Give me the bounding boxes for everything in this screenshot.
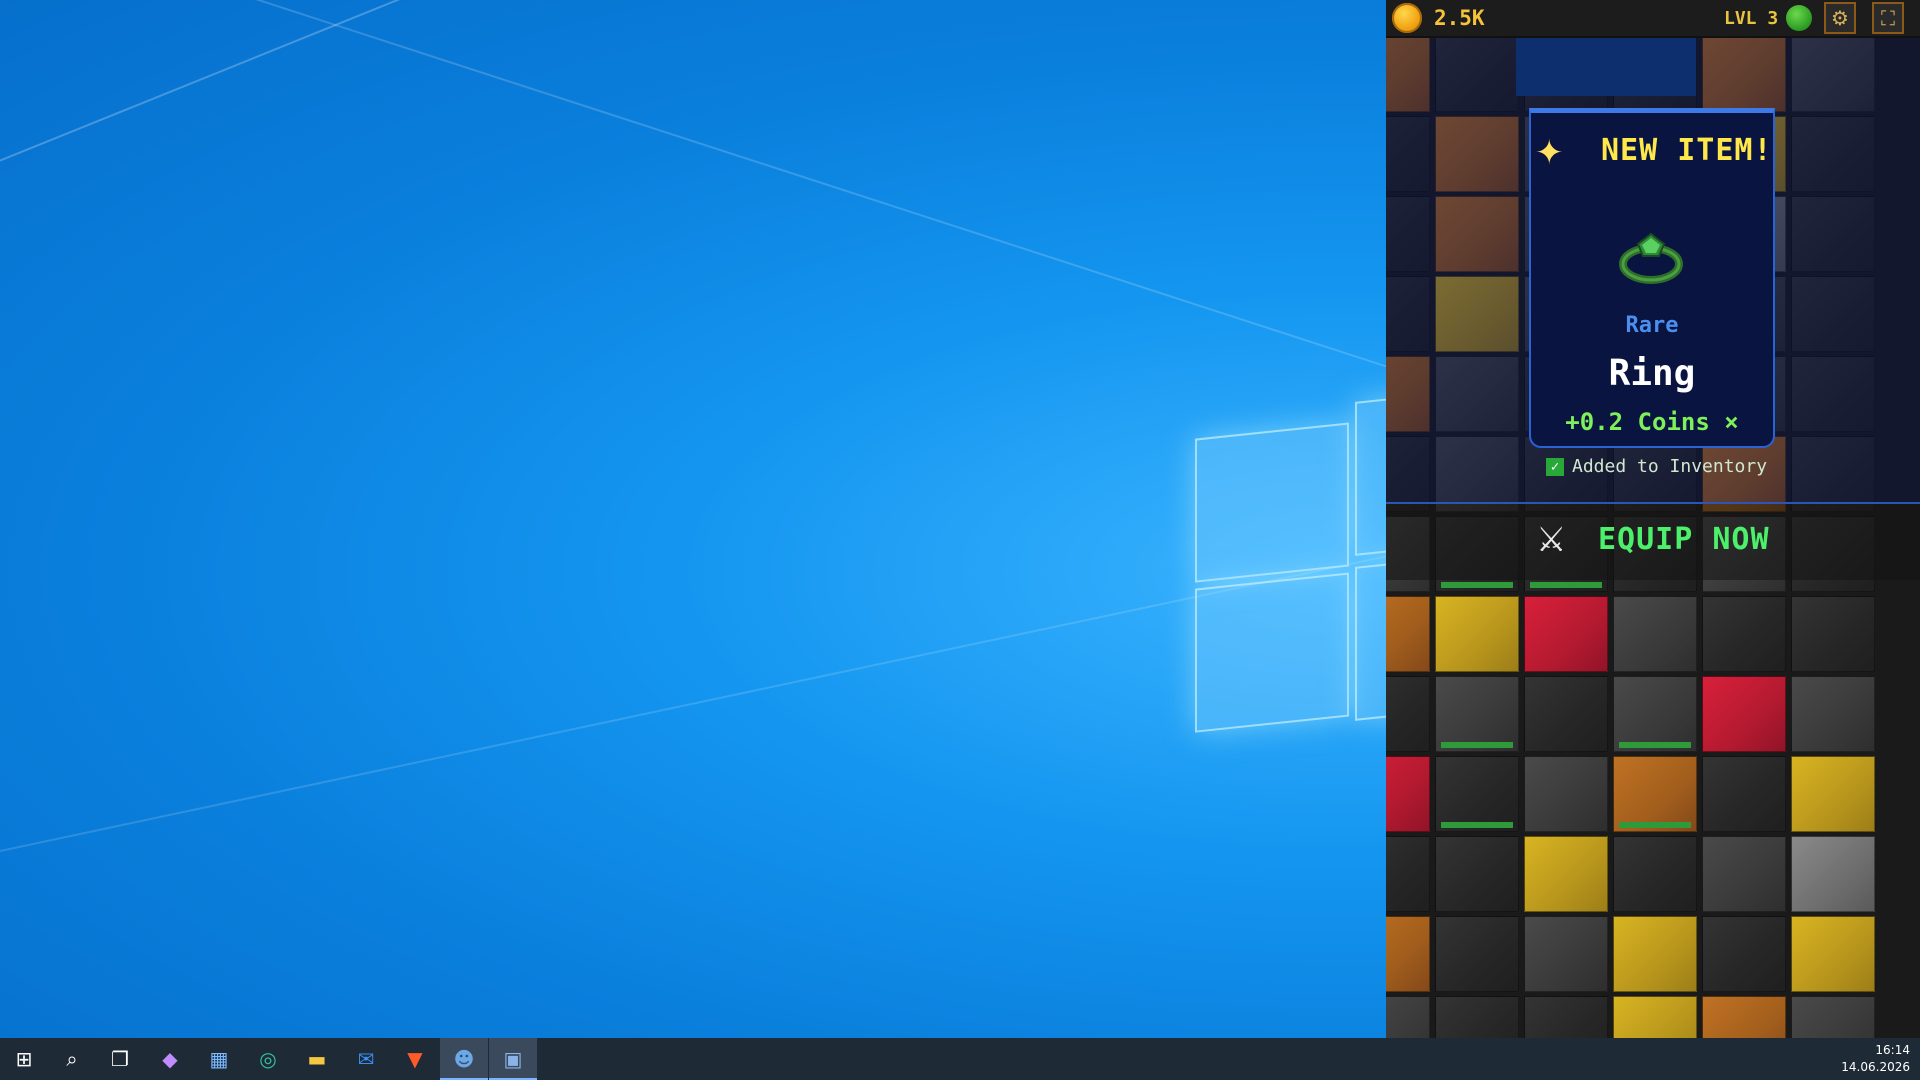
taskbar: ⊞ ⌕ ❐ ◆ ▦ ◎ ▬ ✉ ▼ ☻ ▣ 16:14 14.06.2026: [0, 1038, 1920, 1080]
fullscreen-button[interactable]: ⛶: [1872, 2, 1904, 34]
copilot-icon[interactable]: ◆: [146, 1038, 194, 1080]
ore-block[interactable]: [1791, 676, 1875, 752]
coin-count: 2.5K: [1434, 6, 1485, 30]
ore-block[interactable]: [1386, 996, 1430, 1038]
ore-block[interactable]: [1386, 916, 1430, 992]
task-view-icon[interactable]: ❐: [96, 1038, 144, 1080]
new-item-card: ✦ NEW ITEM! Rare Ring +0.2 Coins ×: [1529, 108, 1775, 448]
game-window[interactable]: ✦ NEW ITEM! Rare Ring +0.2 Coins × ✓ Adde…: [1386, 0, 1920, 1038]
ore-block[interactable]: [1702, 916, 1786, 992]
store-icon[interactable]: ▦: [195, 1038, 243, 1080]
ore-block[interactable]: [1702, 596, 1786, 672]
ore-block[interactable]: [1524, 596, 1608, 672]
ore-block[interactable]: [1791, 596, 1875, 672]
crossed-swords-icon: ⚔: [1536, 520, 1567, 560]
ore-block[interactable]: [1524, 996, 1608, 1038]
popup-header-strip: [1516, 36, 1696, 96]
equip-now-button[interactable]: ⚔ EQUIP NOW: [1536, 510, 1796, 570]
ore-block[interactable]: [1386, 756, 1430, 832]
coin-icon: [1392, 3, 1422, 33]
fullscreen-icon: ⛶: [1881, 6, 1895, 30]
ring-icon: [1619, 232, 1683, 284]
block-health-bar: [1441, 742, 1513, 748]
clock-date: 14.06.2026: [1841, 1060, 1910, 1074]
ore-block[interactable]: [1524, 836, 1608, 912]
block-health-bar: [1619, 742, 1691, 748]
ore-block[interactable]: [1435, 756, 1519, 832]
equip-band: ⚔ EQUIP NOW: [1386, 502, 1920, 580]
item-bonus: +0.2 Coins ×: [1565, 408, 1739, 436]
file-explorer-icon[interactable]: ▬: [293, 1038, 341, 1080]
game-top-bar: 2.5K LVL 3 ⚙ ⛶: [1386, 0, 1920, 38]
ore-block[interactable]: [1386, 676, 1430, 752]
windows-start-icon[interactable]: ⊞: [0, 1038, 48, 1080]
level-label: LVL 3: [1724, 8, 1779, 29]
equip-now-label: EQUIP NOW: [1598, 522, 1770, 557]
new-item-title: NEW ITEM!: [1601, 133, 1773, 168]
outlook-icon[interactable]: ✉: [342, 1038, 390, 1080]
edge-icon[interactable]: ◎: [244, 1038, 292, 1080]
search-icon[interactable]: ⌕: [48, 1038, 96, 1080]
added-label: Added to Inventory: [1572, 456, 1768, 477]
gear-icon: ⚙: [1831, 6, 1849, 30]
godot-icon[interactable]: ☻: [440, 1038, 488, 1080]
ore-block[interactable]: [1613, 916, 1697, 992]
ore-block[interactable]: [1613, 756, 1697, 832]
ore-block[interactable]: [1613, 676, 1697, 752]
ore-block[interactable]: [1386, 836, 1430, 912]
ore-block[interactable]: [1435, 996, 1519, 1038]
brave-icon[interactable]: ▼: [391, 1038, 439, 1080]
block-health-bar: [1441, 822, 1513, 828]
ore-block[interactable]: [1435, 916, 1519, 992]
ore-block[interactable]: [1524, 756, 1608, 832]
ore-block[interactable]: [1791, 836, 1875, 912]
ore-block[interactable]: [1702, 756, 1786, 832]
settings-button[interactable]: ⚙: [1824, 2, 1856, 34]
ore-block[interactable]: [1702, 996, 1786, 1038]
ore-block[interactable]: [1613, 836, 1697, 912]
ore-block[interactable]: [1702, 676, 1786, 752]
ore-block[interactable]: [1702, 836, 1786, 912]
checkmark-icon: ✓: [1546, 458, 1564, 476]
system-clock[interactable]: 16:14 14.06.2026: [1841, 1042, 1910, 1076]
ore-block[interactable]: [1435, 596, 1519, 672]
ore-block[interactable]: [1524, 916, 1608, 992]
clock-time: 16:14: [1875, 1043, 1910, 1057]
level-orb-icon: [1786, 5, 1812, 31]
item-name: Ring: [1608, 353, 1696, 394]
ore-block[interactable]: [1435, 676, 1519, 752]
game-app-icon[interactable]: ▣: [489, 1038, 537, 1080]
ore-block[interactable]: [1435, 836, 1519, 912]
ore-block[interactable]: [1386, 596, 1430, 672]
sparkle-icon: ✦: [1535, 133, 1564, 173]
ore-block[interactable]: [1524, 676, 1608, 752]
ore-block[interactable]: [1613, 996, 1697, 1038]
ore-block[interactable]: [1791, 756, 1875, 832]
ore-block[interactable]: [1613, 596, 1697, 672]
added-to-inventory: ✓ Added to Inventory: [1546, 456, 1767, 477]
block-health-bar: [1619, 822, 1691, 828]
item-rarity: Rare: [1625, 313, 1679, 338]
ore-block[interactable]: [1791, 916, 1875, 992]
block-health-bar: [1530, 582, 1602, 588]
block-health-bar: [1441, 582, 1513, 588]
ore-block[interactable]: [1791, 996, 1875, 1038]
